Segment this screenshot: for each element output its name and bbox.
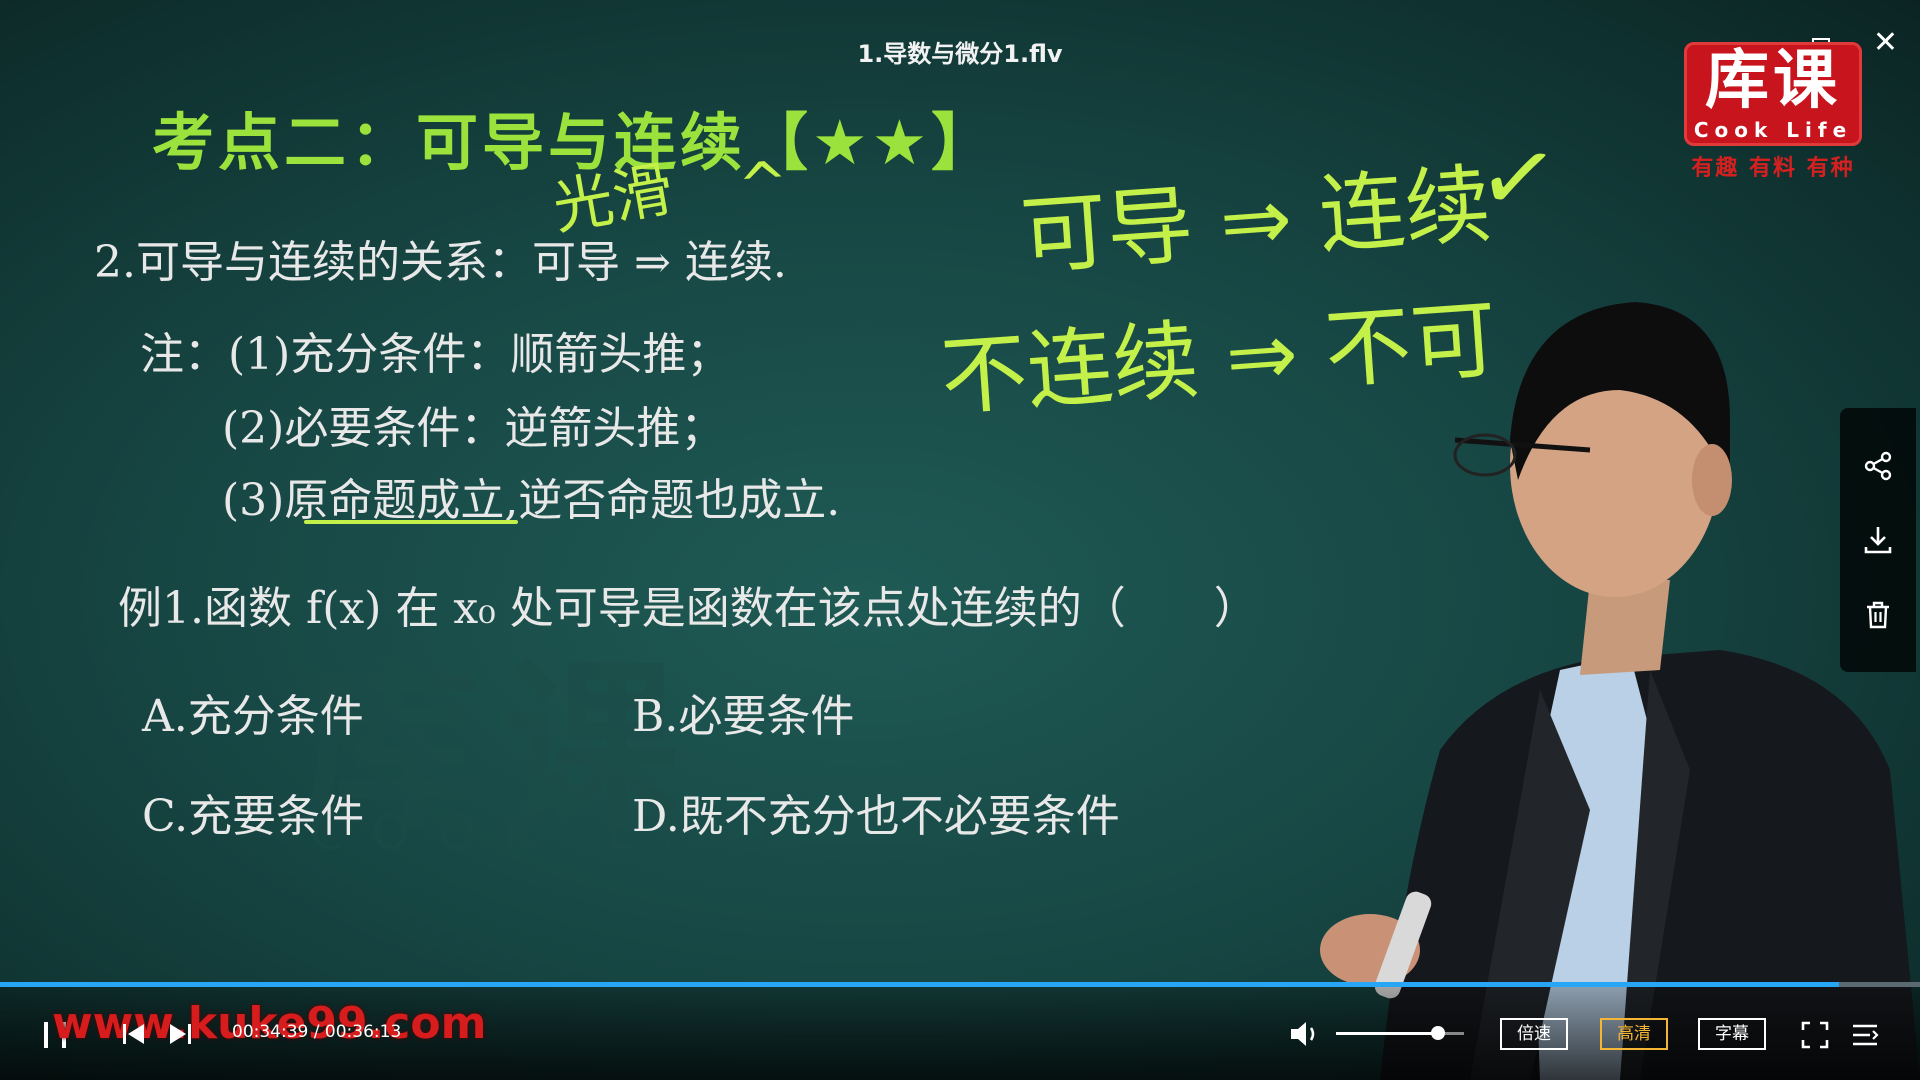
fullscreen-icon[interactable] xyxy=(1800,1020,1830,1050)
underline-mark xyxy=(304,520,518,524)
time-separator: / xyxy=(308,1022,325,1042)
logo-text: 库课 xyxy=(1705,43,1841,118)
volume-fill xyxy=(1336,1032,1439,1035)
download-icon[interactable] xyxy=(1861,523,1895,557)
slide-example: 例1.函数 f(x) 在 x₀ 处可导是函数在该点处连续的（ ） xyxy=(118,583,1258,634)
option-d: D.既不充分也不必要条件 xyxy=(632,791,1120,842)
kuke-logo: 库课 Cook Life xyxy=(1684,42,1862,146)
video-title: 1.导数与微分1.flv xyxy=(857,40,1063,68)
logo-subtext: Cook Life xyxy=(1693,118,1853,142)
logo-slogan: 有趣 有料 有种 xyxy=(1691,156,1855,181)
subtitle-button[interactable]: 字幕 xyxy=(1698,1018,1766,1050)
current-time: 00:34:39 xyxy=(232,1022,309,1042)
next-icon[interactable] xyxy=(166,1020,194,1048)
total-time: 00:36:13 xyxy=(324,1022,402,1042)
slide-note-2: (2)必要条件：逆箭头推； xyxy=(222,403,725,454)
slide-note-1: 注：(1)充分条件：顺箭头推； xyxy=(140,329,731,380)
volume-icon[interactable] xyxy=(1288,1018,1322,1050)
handwriting-check: ✓ xyxy=(1470,116,1566,240)
handwriting-caret: ^ xyxy=(735,148,791,222)
volume-slider[interactable] xyxy=(1336,1026,1464,1040)
close-button[interactable]: ✕ xyxy=(1873,28,1898,58)
speed-button[interactable]: 倍速 xyxy=(1500,1018,1568,1050)
video-frame[interactable]: 库课 COOK LIFE 考点二：可导与连续【★★】 2.可导与连续的关系：可导… xyxy=(0,0,1920,1080)
quality-button[interactable]: 高清 xyxy=(1600,1018,1668,1050)
slide-relation: 2.可导与连续的关系：可导 ⇒ 连续. xyxy=(94,237,787,288)
option-c: C.充要条件 xyxy=(142,791,365,842)
trash-icon[interactable] xyxy=(1861,598,1895,632)
slide-note-3: (3)原命题成立,逆否命题也成立. xyxy=(222,475,841,526)
presenter-figure xyxy=(1320,302,1920,1080)
playlist-icon[interactable] xyxy=(1850,1020,1880,1050)
share-icon[interactable] xyxy=(1861,449,1895,483)
option-a: A.充分条件 xyxy=(142,691,364,742)
time-display: 00:34:39 / 00:36:13 xyxy=(232,1022,401,1042)
option-b: B.必要条件 xyxy=(632,691,855,742)
side-action-panel xyxy=(1840,408,1916,672)
previous-icon[interactable] xyxy=(120,1020,148,1048)
